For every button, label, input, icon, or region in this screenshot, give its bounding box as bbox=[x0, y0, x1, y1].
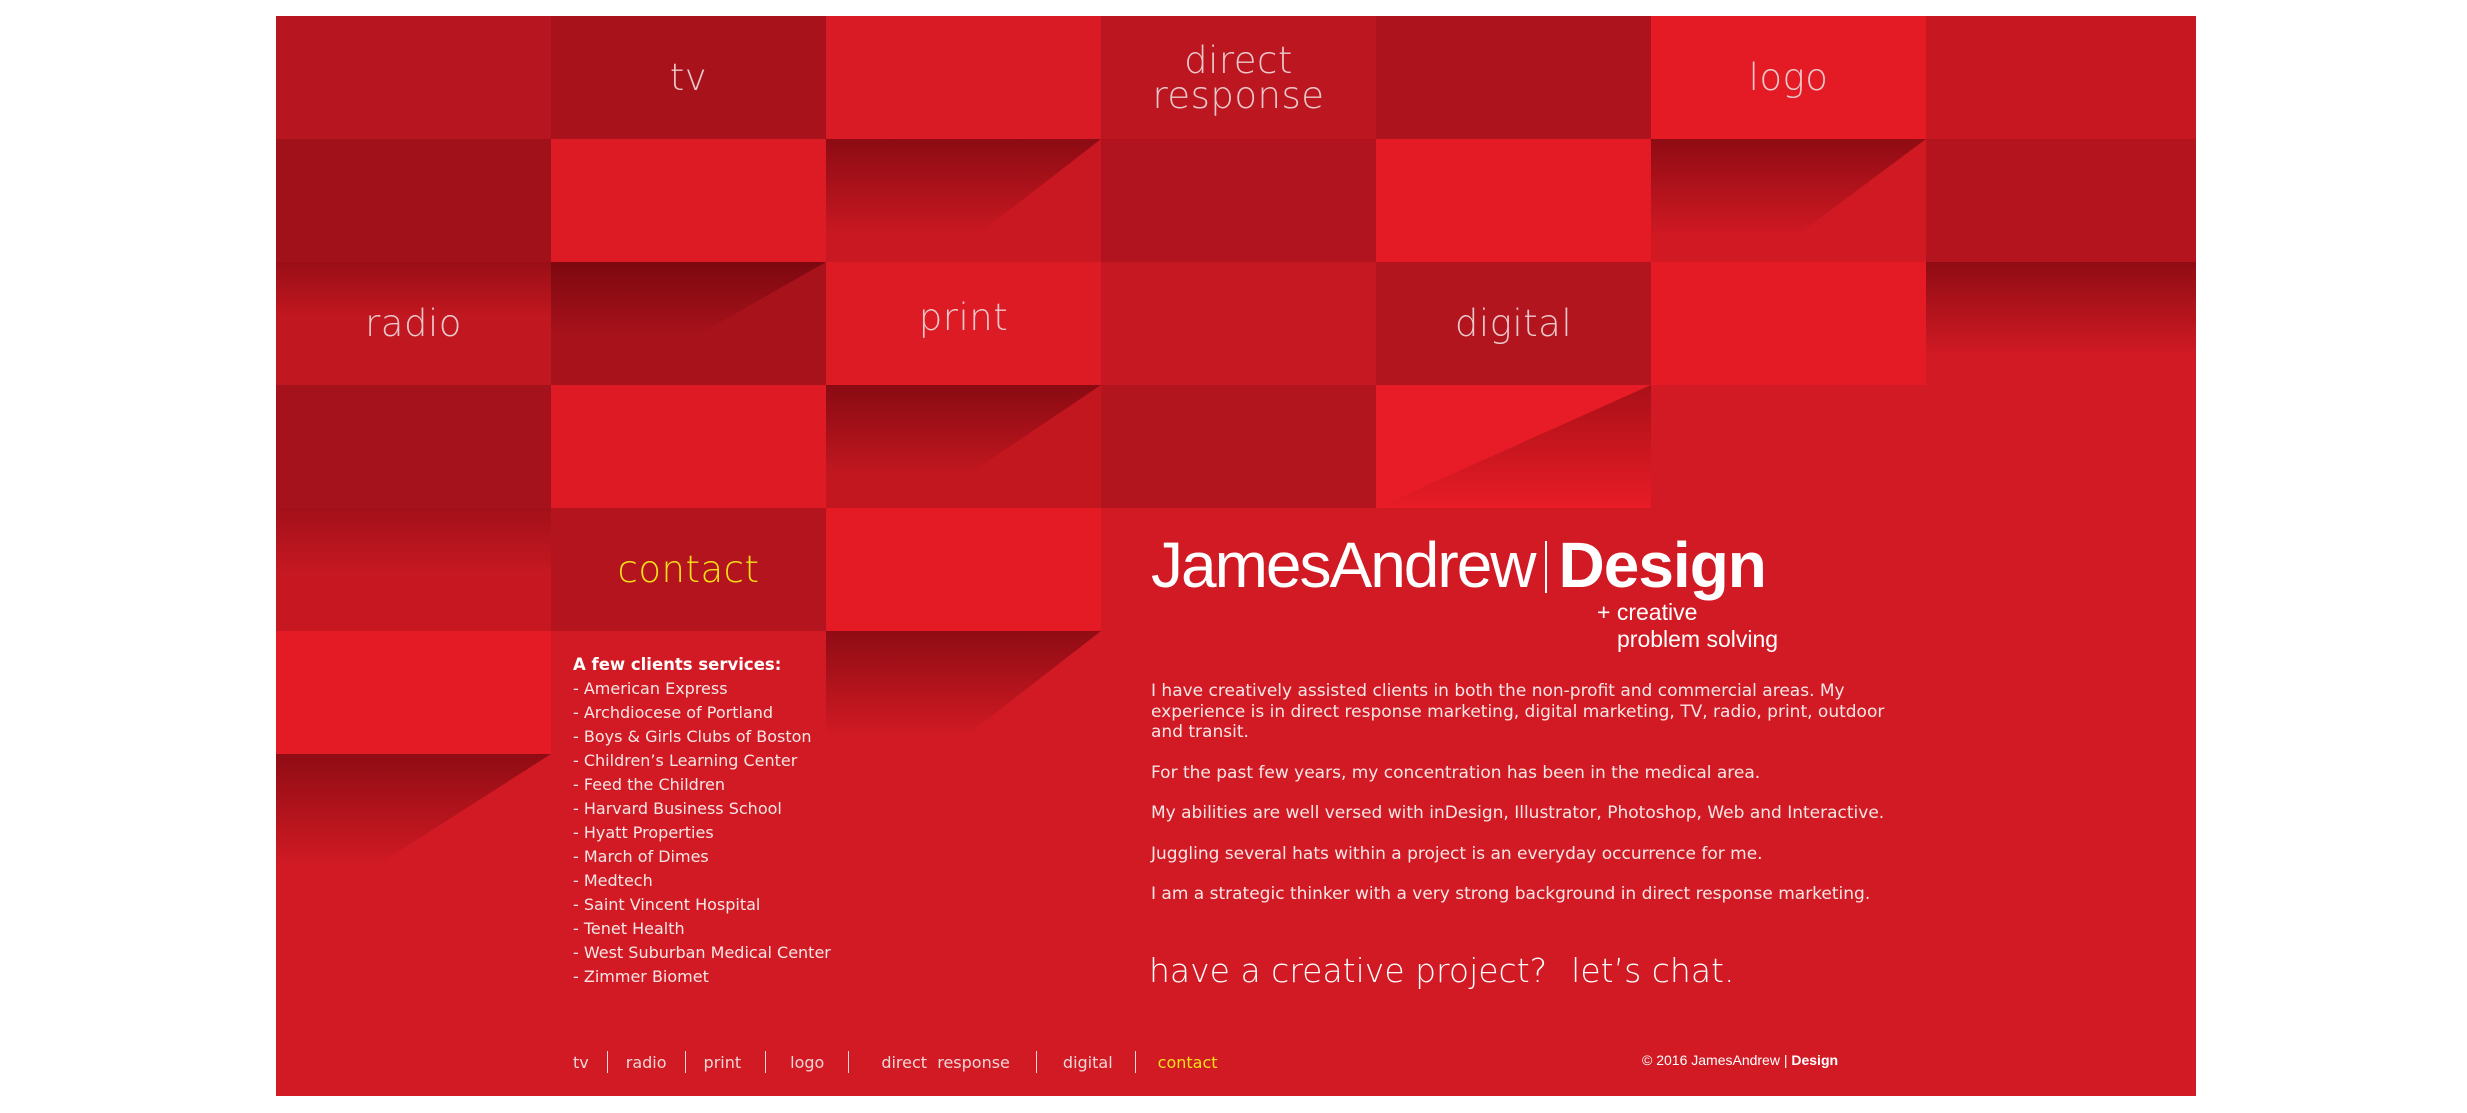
bg-tile bbox=[1926, 139, 2196, 262]
cta-question: have a creative project? bbox=[1149, 951, 1548, 990]
about-text: I have creatively assisted clients in bo… bbox=[1151, 681, 1911, 925]
bg-tile bbox=[276, 139, 551, 262]
list-item: - Hyatt Properties bbox=[573, 823, 714, 842]
cta-chat-link[interactable]: let’s chat. bbox=[1571, 951, 1734, 990]
list-item: - Archdiocese of Portland bbox=[573, 703, 774, 722]
about-paragraph: My abilities are well versed with inDesi… bbox=[1151, 803, 1885, 823]
list-item: - Zimmer Biomet bbox=[573, 967, 709, 986]
bg-tile bbox=[1376, 16, 1651, 139]
clients-items: - American Express - Archdiocese of Port… bbox=[573, 677, 831, 989]
footer-nav: tv radio print logo direct response digi… bbox=[573, 1051, 1218, 1073]
cta: have a creative project? let’s chat. bbox=[1149, 951, 1734, 990]
brand-divider bbox=[1544, 541, 1547, 593]
bg-tile bbox=[276, 16, 551, 139]
copyright-name: JamesAndrew bbox=[1691, 1052, 1780, 1068]
list-item: - March of Dimes bbox=[573, 847, 709, 866]
bg-tile bbox=[1101, 385, 1376, 508]
footer-divider bbox=[606, 1051, 608, 1073]
about-paragraph: I have creatively assisted clients in bo… bbox=[1151, 681, 1885, 742]
bg-tile bbox=[1926, 16, 2196, 139]
bg-tile bbox=[551, 262, 826, 385]
footer-link-contact[interactable]: contact bbox=[1158, 1053, 1218, 1072]
copyright: © 2016 JamesAndrew | Design bbox=[1642, 1052, 1838, 1068]
brand-third: Design bbox=[1558, 529, 1767, 601]
nav-tile-direct-response[interactable]: direct response bbox=[1101, 16, 1376, 139]
about-paragraph: I am a strategic thinker with a very str… bbox=[1151, 884, 1871, 904]
footer-divider bbox=[765, 1051, 767, 1073]
copyright-name-bold: Design bbox=[1791, 1052, 1839, 1068]
tagline-line-2: problem solving bbox=[1617, 626, 1779, 652]
footer-link-direct-response[interactable]: direct response bbox=[881, 1053, 1010, 1072]
clients-list: A few clients services: - American Expre… bbox=[573, 653, 831, 989]
footer-link-logo[interactable]: logo bbox=[790, 1053, 824, 1072]
bg-tile bbox=[276, 631, 551, 754]
brand-tagline: + creative problem solving bbox=[1597, 599, 1778, 653]
footer-link-tv[interactable]: tv bbox=[573, 1053, 589, 1072]
copyright-divider: | bbox=[1783, 1052, 1788, 1068]
list-item: - Saint Vincent Hospital bbox=[573, 895, 761, 914]
brand-first: James bbox=[1151, 529, 1331, 601]
list-item: - Tenet Health bbox=[573, 919, 685, 938]
bg-tile bbox=[276, 508, 551, 631]
bg-tile bbox=[1101, 262, 1376, 385]
nav-tile-digital[interactable]: digital bbox=[1376, 262, 1651, 385]
footer-link-digital[interactable]: digital bbox=[1063, 1053, 1113, 1072]
list-item: - American Express bbox=[573, 679, 728, 698]
page-canvas: tv direct response logo radio print digi… bbox=[276, 16, 2196, 1096]
bg-tile bbox=[1651, 139, 1926, 262]
footer-link-radio[interactable]: radio bbox=[626, 1053, 667, 1072]
clients-heading: A few clients services: bbox=[573, 655, 782, 674]
bg-tile bbox=[1651, 262, 1926, 385]
footer-divider bbox=[1134, 1051, 1136, 1073]
brand-logo: JamesAndrew Design bbox=[1151, 528, 1767, 602]
nav-tile-tv[interactable]: tv bbox=[551, 16, 826, 139]
nav-tile-logo[interactable]: logo bbox=[1651, 16, 1926, 139]
bg-tile bbox=[276, 385, 551, 508]
brand-second: Andrew bbox=[1329, 529, 1537, 601]
nav-tile-radio[interactable]: radio bbox=[276, 262, 551, 385]
list-item: - Children’s Learning Center bbox=[573, 751, 798, 770]
bg-tile bbox=[826, 508, 1101, 631]
list-item: - Harvard Business School bbox=[573, 799, 782, 818]
bg-tile bbox=[826, 139, 1101, 262]
list-item: - Medtech bbox=[573, 871, 653, 890]
about-paragraph: Juggling several hats within a project i… bbox=[1151, 843, 1763, 864]
footer-link-print[interactable]: print bbox=[704, 1053, 742, 1072]
bg-tile bbox=[551, 139, 826, 262]
nav-tile-contact[interactable]: contact bbox=[551, 508, 826, 631]
footer-divider bbox=[684, 1051, 686, 1073]
tagline-line-1: + creative bbox=[1597, 599, 1698, 625]
footer-divider bbox=[848, 1051, 850, 1073]
bg-tile bbox=[1376, 139, 1651, 262]
copyright-prefix: © 2016 bbox=[1642, 1052, 1688, 1068]
bg-tile bbox=[826, 385, 1101, 508]
about-paragraph: For the past few years, my concentration… bbox=[1151, 762, 1761, 783]
footer-divider bbox=[1035, 1051, 1037, 1073]
list-item: - Feed the Children bbox=[573, 775, 726, 794]
bg-tile bbox=[551, 385, 826, 508]
nav-tile-print[interactable]: print bbox=[826, 256, 1101, 379]
bg-tile bbox=[1376, 385, 1651, 508]
list-item: - Boys & Girls Clubs of Boston bbox=[573, 727, 812, 746]
bg-tile bbox=[1101, 139, 1376, 262]
list-item: - West Suburban Medical Center bbox=[573, 943, 831, 962]
bg-tile bbox=[826, 16, 1101, 139]
